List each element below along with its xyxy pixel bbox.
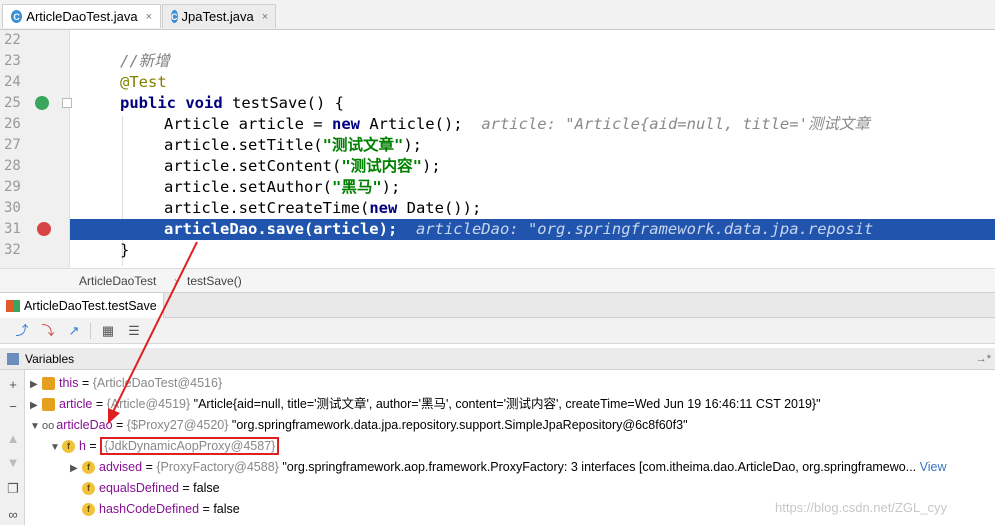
arrow-line [111,241,198,415]
annotation-arrow [108,241,198,424]
watermark: https://blog.csdn.net/ZGL_cyy [775,500,947,515]
